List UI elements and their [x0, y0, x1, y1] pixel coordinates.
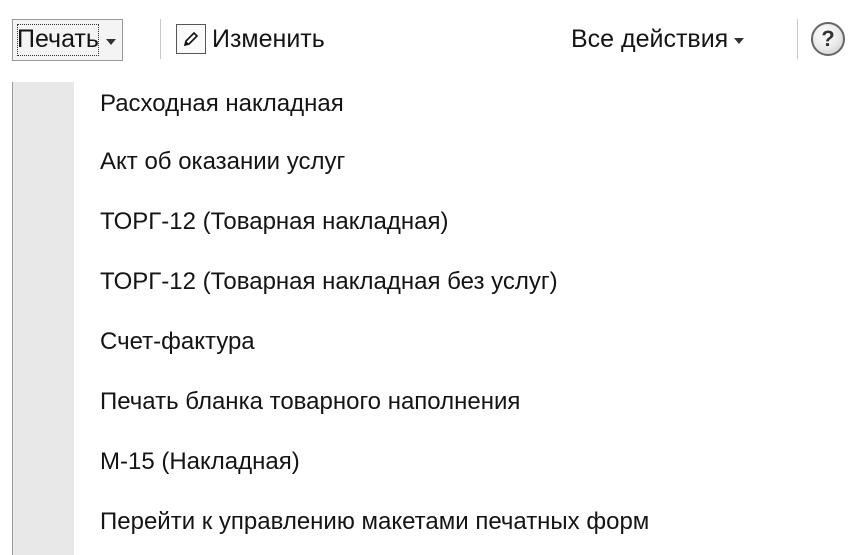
menu-item-torg12-no-services[interactable]: ТОРГ-12 (Товарная накладная без услуг)	[100, 267, 558, 297]
menu-item-service-act[interactable]: Акт об оказании услуг	[100, 147, 345, 177]
menu-item-manage-print-templates[interactable]: Перейти к управлению макетами печатных ф…	[100, 507, 649, 537]
print-button[interactable]: Печать	[12, 19, 123, 61]
all-actions-label: Все действия	[571, 24, 729, 53]
toolbar-separator	[160, 19, 161, 59]
toolbar-separator	[797, 19, 798, 59]
print-dropdown-menu: Расходная накладная Акт об оказании услу…	[12, 82, 862, 555]
help-button[interactable]: ?	[811, 22, 845, 56]
menu-item-invoice[interactable]: Счет-фактура	[100, 327, 255, 357]
help-icon: ?	[821, 26, 835, 51]
menu-item-torg12[interactable]: ТОРГ-12 (Товарная накладная)	[100, 207, 449, 237]
pencil-icon	[176, 24, 206, 54]
menu-item-goods-fill-form[interactable]: Печать бланка товарного наполнения	[100, 387, 520, 417]
chevron-down-icon	[734, 37, 745, 44]
edit-button[interactable]: Изменить	[176, 19, 325, 59]
print-button-label: Печать	[16, 23, 100, 57]
menu-item-sales-invoice[interactable]: Расходная накладная	[100, 89, 344, 119]
chevron-down-icon	[105, 38, 116, 45]
edit-button-label: Изменить	[212, 24, 325, 53]
menu-item-m15[interactable]: М-15 (Накладная)	[100, 447, 300, 477]
toolbar: Печать Изменить Все действия ?	[0, 0, 862, 82]
all-actions-button[interactable]: Все действия	[571, 19, 745, 59]
menu-icon-gutter	[13, 82, 74, 555]
